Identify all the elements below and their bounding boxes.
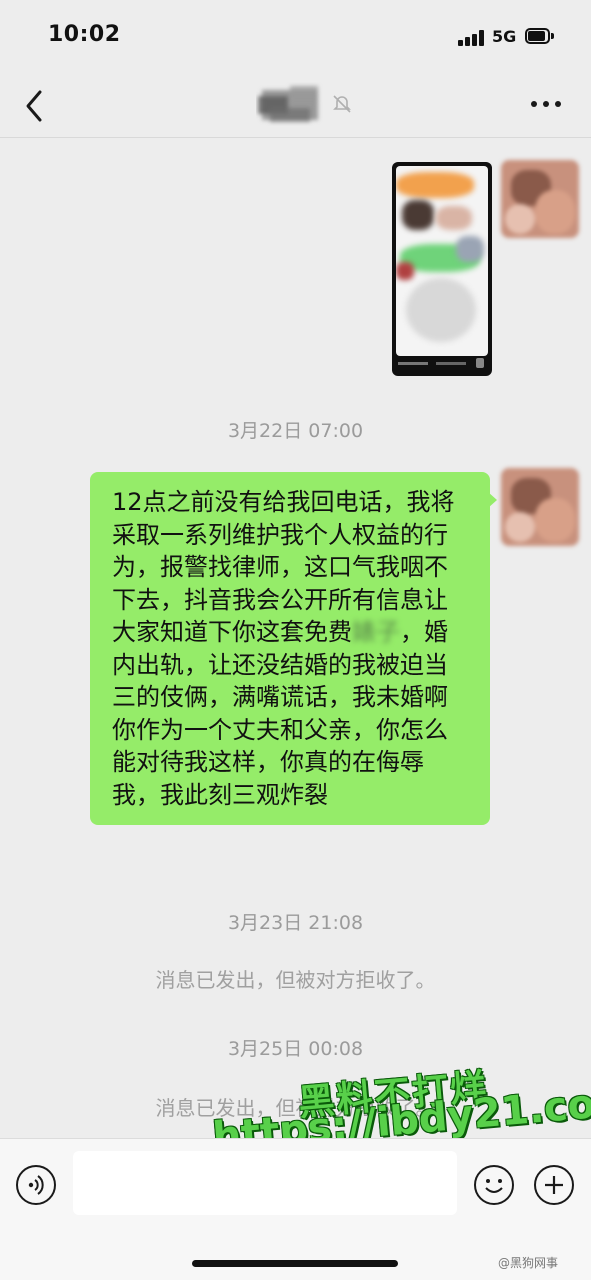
rejected-notice: 消息已发出，但被对方拒收了。 — [155, 968, 436, 992]
video-thumbnail-redacted — [396, 166, 488, 356]
contact-name-redacted — [256, 82, 351, 128]
battery-icon — [525, 28, 555, 46]
chat-header — [0, 76, 591, 138]
message-timestamp: 3月23日 21:08 — [227, 912, 364, 934]
voice-button[interactable] — [16, 1165, 56, 1205]
signal-icon — [458, 30, 486, 46]
message-text-blurred: 婊子 — [352, 618, 400, 646]
emoji-icon — [485, 1179, 503, 1193]
message-timestamp: 3月22日 07:00 — [227, 420, 364, 442]
my-avatar[interactable] — [501, 468, 579, 546]
back-button[interactable] — [18, 86, 54, 126]
status-time: 10:02 — [48, 22, 121, 47]
voice-icon — [28, 1175, 44, 1195]
more-dots-icon — [531, 101, 561, 107]
message-timestamp: 3月25日 00:08 — [227, 1038, 364, 1060]
bell-muted-icon — [333, 95, 351, 113]
more-button[interactable] — [526, 92, 566, 116]
video-message[interactable] — [392, 162, 492, 376]
chat-message-list[interactable]: 3月22日 07:00 12点之前没有给我回电话，我将采取一系列维护我个人权益的… — [0, 138, 591, 1138]
home-indicator[interactable] — [192, 1260, 398, 1267]
plus-icon — [545, 1176, 563, 1194]
plus-button[interactable] — [534, 1165, 574, 1205]
chevron-left-icon — [26, 90, 42, 122]
status-bar: 10:02 5G — [0, 0, 591, 76]
source-credit: @黑狗网事 — [498, 1256, 559, 1270]
emoji-button[interactable] — [474, 1165, 514, 1205]
network-type: 5G — [492, 27, 517, 46]
my-avatar[interactable] — [501, 160, 579, 238]
message-input[interactable] — [73, 1151, 457, 1215]
message-text-continued: ，婚内出轨，让还没结婚的我被迫当三的伎俩，满嘴谎话，我未婚啊你作为一个丈夫和父亲… — [112, 618, 448, 809]
bubble-tail — [488, 492, 497, 508]
sent-message-bubble[interactable]: 12点之前没有给我回电话，我将采取一系列维护我个人权益的行为，报警找律师，这口气… — [90, 472, 490, 825]
